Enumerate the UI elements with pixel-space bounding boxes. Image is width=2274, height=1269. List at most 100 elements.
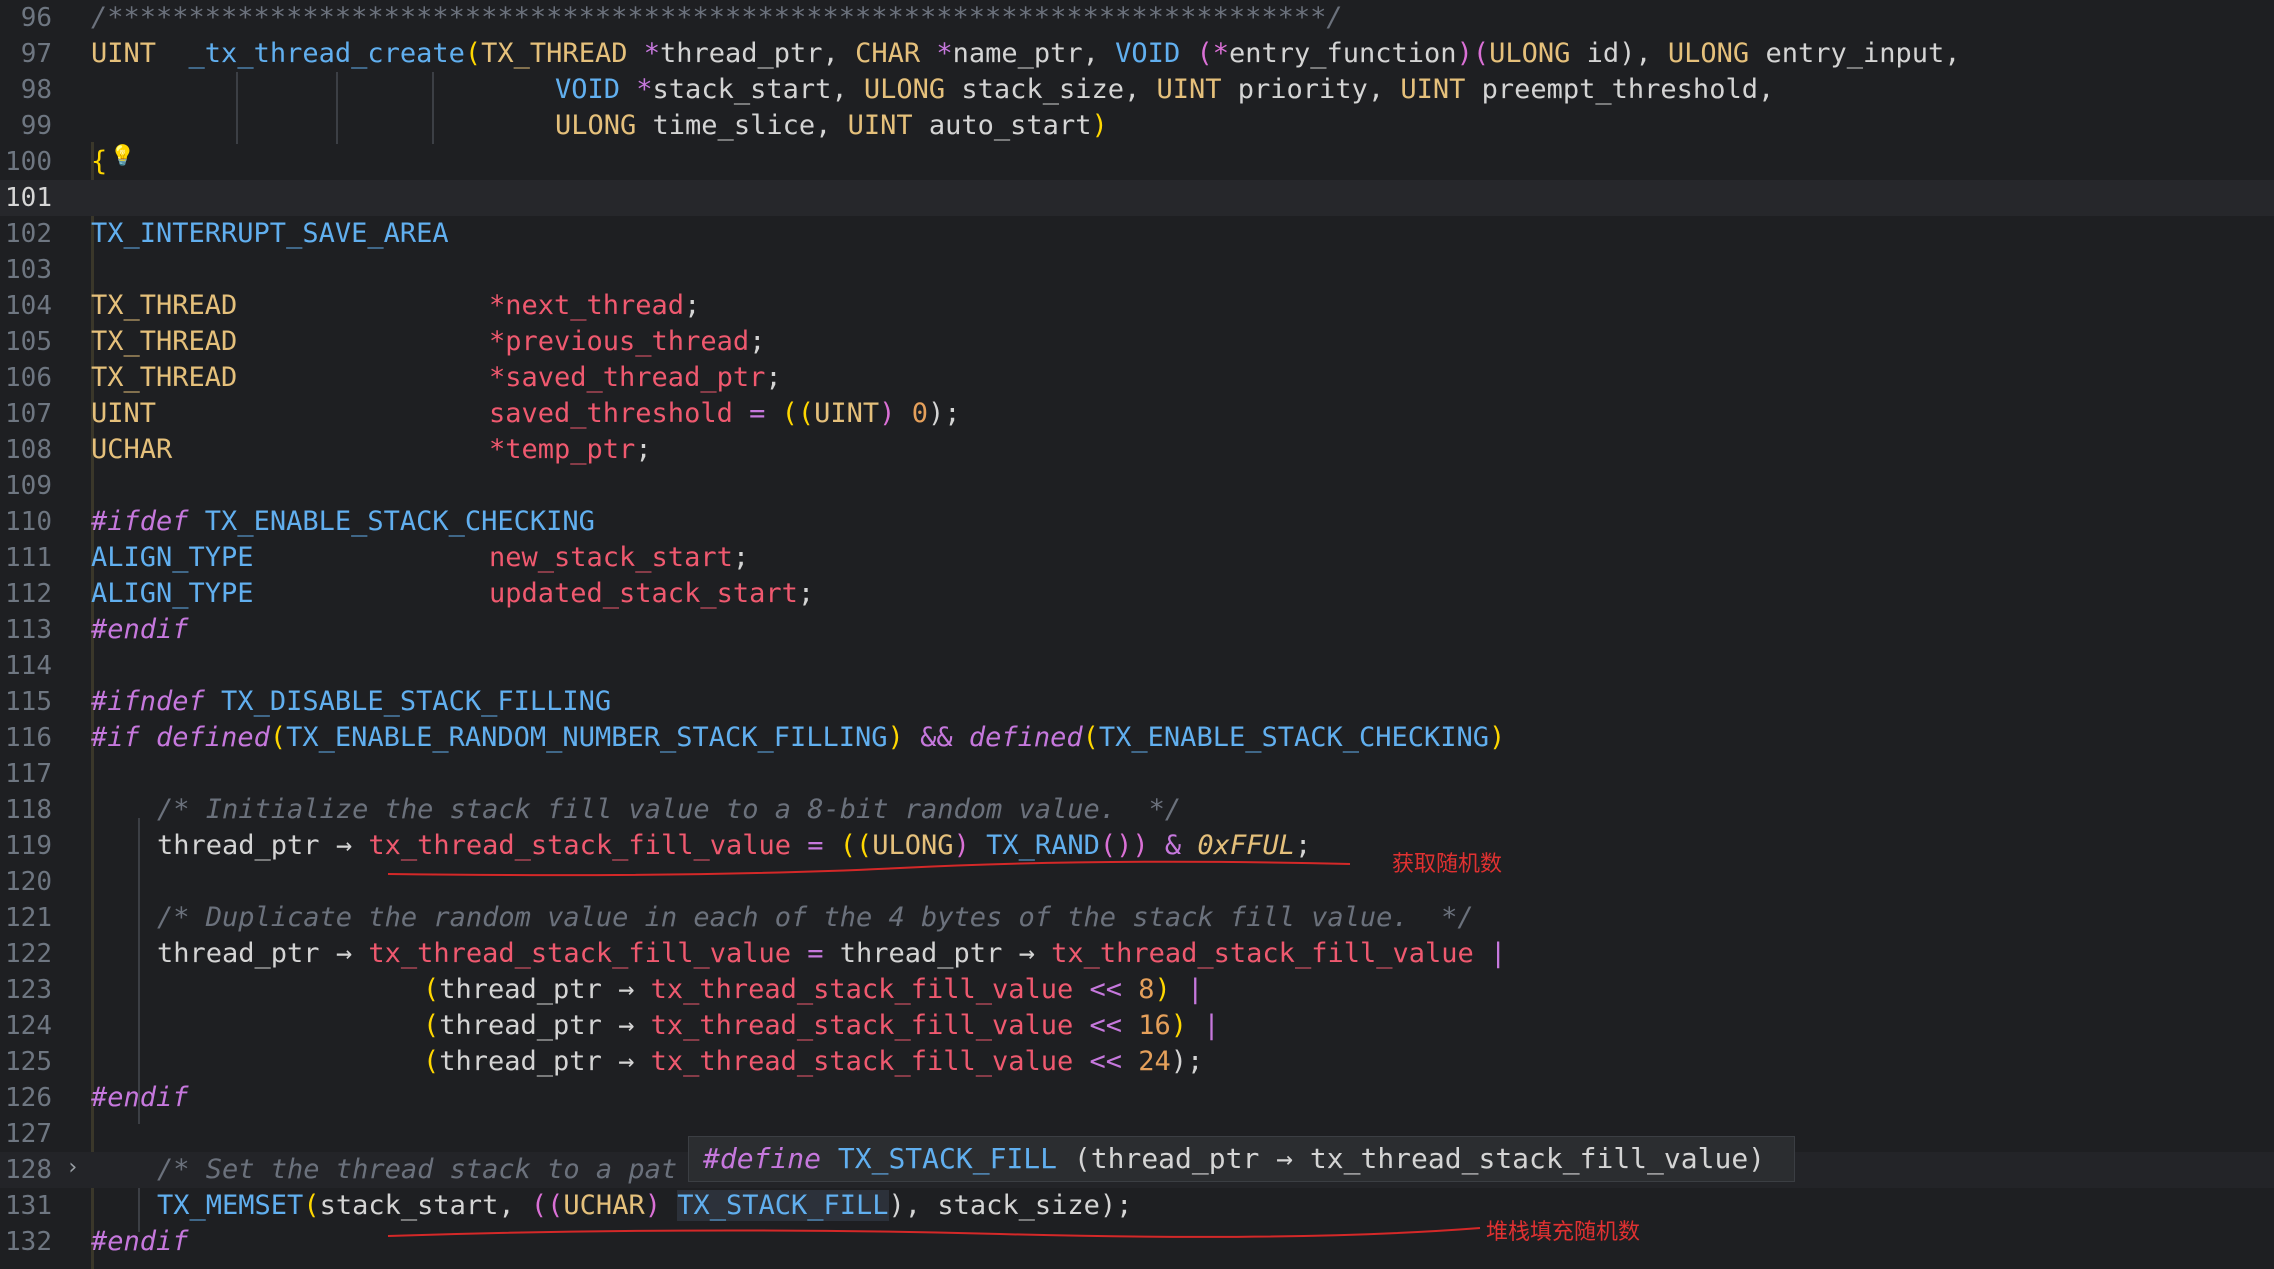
code-text: #if defined(TX_ENABLE_RANDOM_NUMBER_STAC… xyxy=(91,722,1506,753)
code-text: *previous_thread; xyxy=(489,326,766,357)
line-number: 107 xyxy=(5,399,52,429)
line-number: 119 xyxy=(5,831,52,861)
line-number: 113 xyxy=(5,615,52,645)
code-line[interactable]: 103 xyxy=(0,252,2274,288)
code-line[interactable]: 131 TX_MEMSET(stack_start, ((UCHAR) TX_S… xyxy=(0,1188,2274,1224)
code-text: UINT _tx_thread_create(TX_THREAD *thread… xyxy=(91,38,1961,69)
code-line[interactable]: 120 xyxy=(0,864,2274,900)
line-number: 109 xyxy=(5,471,52,501)
code-line[interactable]: 125 (thread_ptr → tx_thread_stack_fill_v… xyxy=(0,1044,2274,1080)
code-line[interactable]: 119 thread_ptr → tx_thread_stack_fill_va… xyxy=(0,828,2274,864)
code-text: /***************************************… xyxy=(91,2,1343,33)
line-number: 102 xyxy=(5,219,52,249)
chevron-right-icon[interactable]: › xyxy=(66,1153,79,1183)
code-editor[interactable]: 96 /************************************… xyxy=(0,0,2274,1269)
code-text: UINT xyxy=(91,398,157,429)
line-number: 98 xyxy=(20,75,52,105)
code-comment: /* Set the thread stack to a pat xyxy=(157,1154,678,1185)
code-line[interactable]: 99 ULONG time_slice, UINT auto_start) xyxy=(0,108,2274,144)
code-line[interactable]: 109 xyxy=(0,468,2274,504)
code-text: TX_THREAD xyxy=(91,290,238,321)
code-text: TX_THREAD xyxy=(91,326,238,357)
tooltip-body: (thread_ptr → tx_thread_stack_fill_value… xyxy=(1057,1142,1766,1175)
line-number: 96 xyxy=(20,3,52,33)
line-number: 106 xyxy=(5,363,52,393)
code-text: *next_thread; xyxy=(489,290,701,321)
line-number: 97 xyxy=(20,39,52,69)
code-line[interactable]: 111 ALIGN_TYPE new_stack_start; xyxy=(0,540,2274,576)
code-line[interactable]: 126 #endif xyxy=(0,1080,2274,1116)
line-number: 103 xyxy=(5,255,52,285)
annotation-fill-note: 堆栈填充随机数 xyxy=(1486,1220,1641,1245)
code-line[interactable]: 106 TX_THREAD *saved_thread_ptr; xyxy=(0,360,2274,396)
code-line[interactable]: 117 xyxy=(0,756,2274,792)
line-number: 111 xyxy=(5,543,52,573)
code-line[interactable]: 116 #if defined(TX_ENABLE_RANDOM_NUMBER_… xyxy=(0,720,2274,756)
code-line[interactable]: 122 thread_ptr → tx_thread_stack_fill_va… xyxy=(0,936,2274,972)
code-text: #endif xyxy=(91,1082,189,1113)
code-line[interactable]: 112 ALIGN_TYPE updated_stack_start; xyxy=(0,576,2274,612)
code-text: ULONG time_slice, UINT auto_start) xyxy=(555,110,1108,141)
code-text: thread_ptr → tx_thread_stack_fill_value … xyxy=(157,830,1312,861)
line-number: 112 xyxy=(5,579,52,609)
tooltip-keyword: #define xyxy=(703,1142,822,1175)
code-line[interactable]: 105 TX_THREAD *previous_thread; xyxy=(0,324,2274,360)
code-line[interactable]: 115 #ifndef TX_DISABLE_STACK_FILLING xyxy=(0,684,2274,720)
code-text: (thread_ptr → tx_thread_stack_fill_value… xyxy=(423,1010,1220,1041)
line-number: 118 xyxy=(5,795,52,825)
lightbulb-icon[interactable]: 💡 xyxy=(110,143,135,167)
line-number: 116 xyxy=(5,723,52,753)
line-number: 114 xyxy=(5,651,52,681)
code-line[interactable]: 121 /* Duplicate the random value in eac… xyxy=(0,900,2274,936)
code-text: VOID *stack_start, ULONG stack_size, UIN… xyxy=(555,74,1775,105)
code-line[interactable]: 97 UINT _tx_thread_create(TX_THREAD *thr… xyxy=(0,36,2274,72)
line-number: 124 xyxy=(5,1011,52,1041)
code-line[interactable]: 100 { xyxy=(0,144,2274,180)
code-line[interactable]: 96 /************************************… xyxy=(0,0,2274,36)
line-number: 123 xyxy=(5,975,52,1005)
line-number: 125 xyxy=(5,1047,52,1077)
code-text: ALIGN_TYPE xyxy=(91,542,254,573)
code-line[interactable]: 124 (thread_ptr → tx_thread_stack_fill_v… xyxy=(0,1008,2274,1044)
code-line[interactable]: 114 xyxy=(0,648,2274,684)
code-line[interactable]: 123 (thread_ptr → tx_thread_stack_fill_v… xyxy=(0,972,2274,1008)
code-line[interactable]: 118 /* Initialize the stack fill value t… xyxy=(0,792,2274,828)
line-number: 120 xyxy=(5,867,52,897)
current-line[interactable]: 101 xyxy=(0,180,2274,216)
code-line[interactable]: 102 TX_INTERRUPT_SAVE_AREA xyxy=(0,216,2274,252)
code-line[interactable]: 113 #endif xyxy=(0,612,2274,648)
code-line[interactable]: 107 UINT saved_threshold = ((UINT) 0); xyxy=(0,396,2274,432)
code-text: UCHAR xyxy=(91,434,173,465)
line-number: 122 xyxy=(5,939,52,969)
code-line[interactable]: 98 VOID *stack_start, ULONG stack_size, … xyxy=(0,72,2274,108)
code-text: ALIGN_TYPE xyxy=(91,578,254,609)
line-number: 126 xyxy=(5,1083,52,1113)
line-number: 128 xyxy=(5,1155,52,1185)
code-line[interactable]: 132 #endif xyxy=(0,1224,2274,1260)
code-text: new_stack_start; xyxy=(489,542,750,573)
code-text: *temp_ptr; xyxy=(489,434,652,465)
line-number: 131 xyxy=(5,1191,52,1221)
code-comment: /* Duplicate the random value in each of… xyxy=(157,902,1474,933)
code-line[interactable]: 110 #ifdef TX_ENABLE_STACK_CHECKING xyxy=(0,504,2274,540)
code-text: saved_threshold = ((UINT) 0); xyxy=(489,398,961,429)
line-number: 101 xyxy=(5,183,52,213)
hover-tooltip: #define TX_STACK_FILL (thread_ptr → tx_t… xyxy=(688,1136,1795,1182)
code-text: updated_stack_start; xyxy=(489,578,815,609)
code-text: #ifdef TX_ENABLE_STACK_CHECKING xyxy=(91,506,595,537)
line-number: 110 xyxy=(5,507,52,537)
code-text: (thread_ptr → tx_thread_stack_fill_value… xyxy=(423,974,1204,1005)
code-text: TX_THREAD xyxy=(91,362,238,393)
line-number: 127 xyxy=(5,1119,52,1149)
code-text: #ifndef TX_DISABLE_STACK_FILLING xyxy=(91,686,612,717)
line-number: 117 xyxy=(5,759,52,789)
line-number: 108 xyxy=(5,435,52,465)
line-number: 104 xyxy=(5,291,52,321)
code-text: { xyxy=(91,146,108,177)
tooltip-macro-name: TX_STACK_FILL xyxy=(837,1142,1058,1175)
line-number: 100 xyxy=(5,147,52,177)
line-number: 121 xyxy=(5,903,52,933)
code-line[interactable]: 108 UCHAR *temp_ptr; xyxy=(0,432,2274,468)
code-text: TX_INTERRUPT_SAVE_AREA xyxy=(91,218,449,249)
code-line[interactable]: 104 TX_THREAD *next_thread; xyxy=(0,288,2274,324)
